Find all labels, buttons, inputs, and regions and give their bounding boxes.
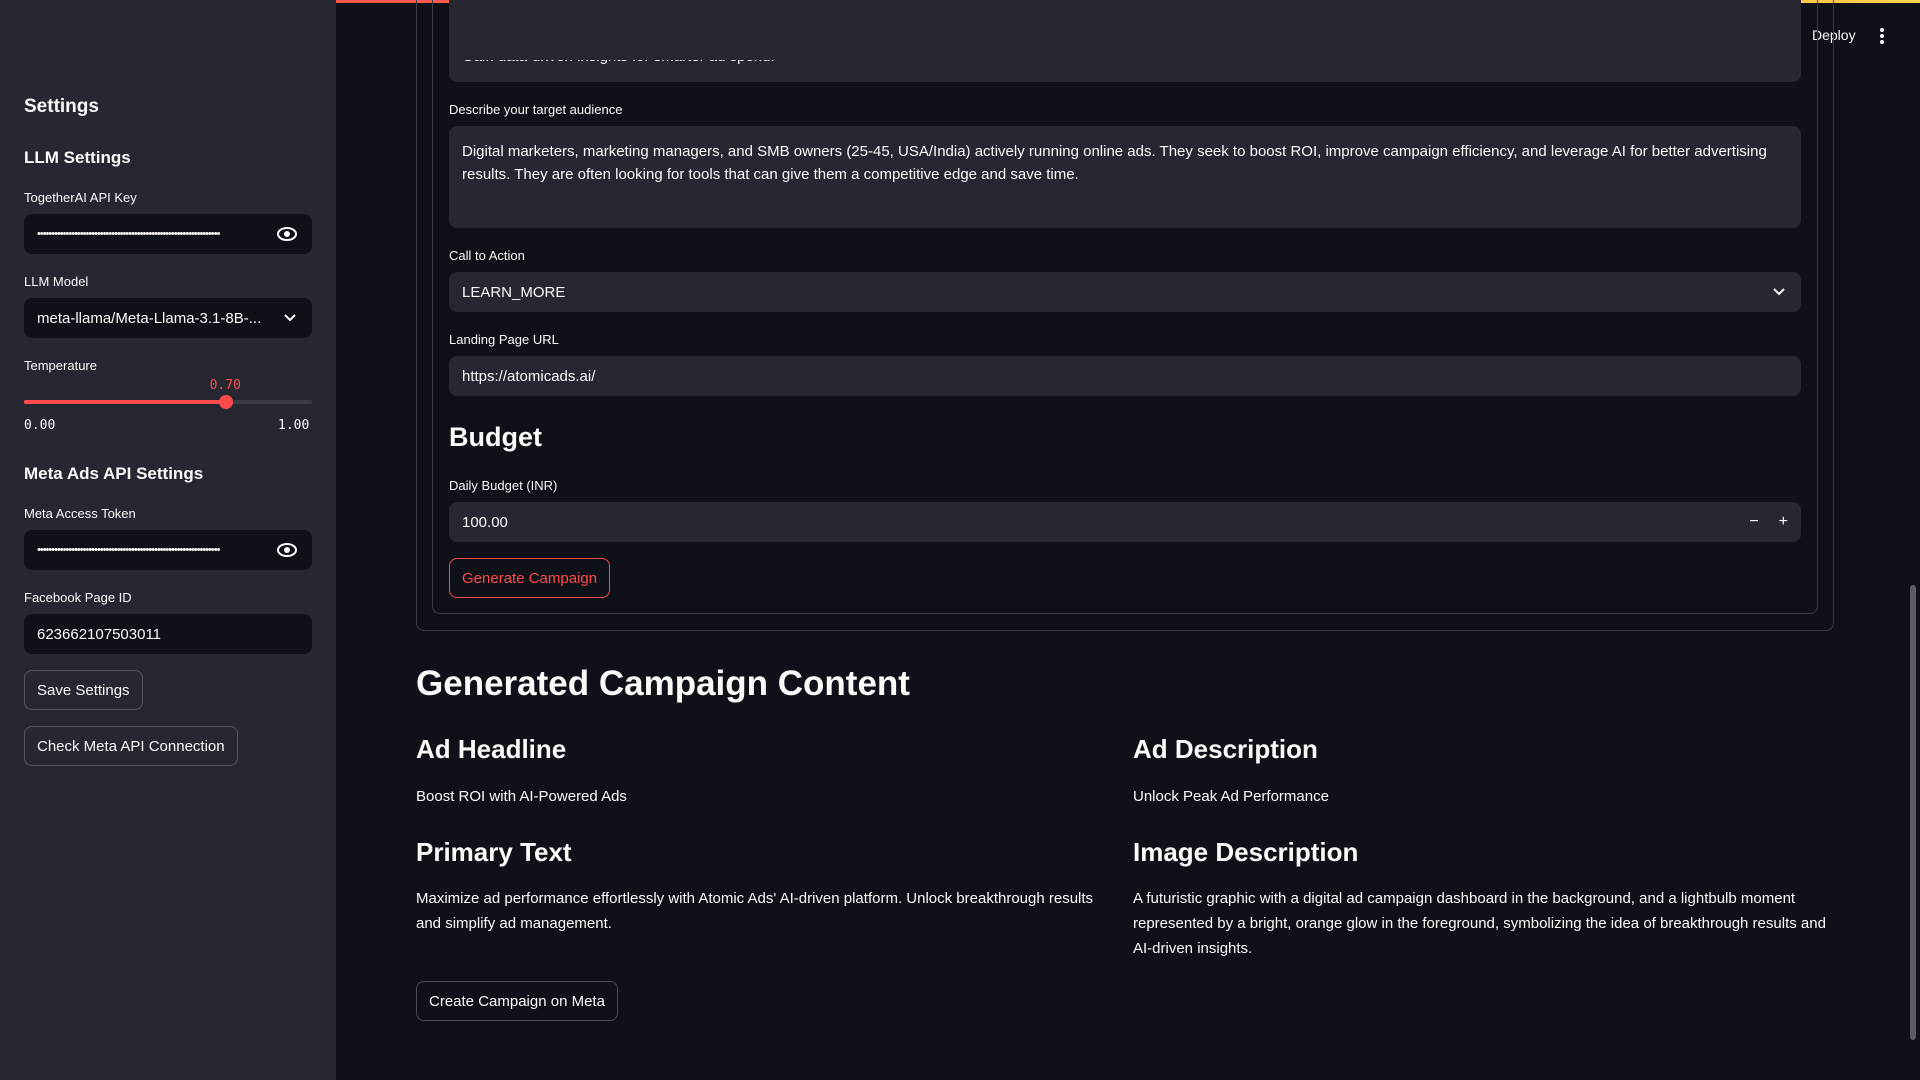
temperature-label: Temperature (24, 358, 97, 373)
page-id-value: 623662107503011 (37, 625, 162, 643)
slider-thumb[interactable] (218, 395, 233, 409)
access-token-label: Meta Access Token (24, 506, 136, 521)
temperature-min: 0.00 (24, 418, 56, 433)
decrement-button[interactable]: − (1749, 513, 1758, 531)
ad-description-title: Ad Description (1133, 734, 1318, 764)
audience-value: Digital marketers, marketing managers, a… (462, 143, 1767, 183)
check-api-button[interactable]: Check Meta API Connection (24, 726, 238, 766)
generate-campaign-button[interactable]: Generate Campaign (449, 558, 611, 598)
previous-textarea[interactable] (449, 0, 1801, 82)
llm-model-select[interactable]: meta-llama/Meta-Llama-3.1-8B-... (24, 298, 312, 338)
cta-label: Call to Action (449, 248, 525, 263)
temperature-max: 1.00 (278, 418, 310, 433)
daily-budget-input[interactable]: 100.00 − + (449, 502, 1801, 542)
scrollbar[interactable] (1910, 585, 1916, 1040)
api-key-field[interactable]: ••••••••••••••••••••••••••••••••••••••••… (24, 214, 312, 254)
create-campaign-button[interactable]: Create Campaign on Meta (416, 981, 618, 1021)
more-menu-icon[interactable] (1876, 26, 1888, 46)
chevron-down-icon (281, 309, 299, 327)
audience-textarea[interactable]: Digital marketers, marketing managers, a… (449, 126, 1801, 228)
daily-budget-label: Daily Budget (INR) (449, 478, 558, 493)
meta-settings-heading: Meta Ads API Settings (24, 464, 204, 483)
page-id-label: Facebook Page ID (24, 590, 132, 605)
image-description-value: A futuristic graphic with a digital ad c… (1133, 890, 1826, 957)
slider-fill (24, 400, 226, 404)
daily-budget-value: 100.00 (462, 513, 508, 531)
primary-text-value: Maximize ad performance effortlessly wit… (416, 890, 1094, 932)
increment-button[interactable]: + (1779, 513, 1788, 531)
sidebar-title: Settings (24, 96, 99, 117)
access-token-value: ••••••••••••••••••••••••••••••••••••••••… (37, 544, 220, 556)
results-heading: Generated Campaign Content (416, 664, 910, 703)
llm-settings-heading: LLM Settings (24, 148, 131, 167)
temperature-value: 0.70 (209, 378, 241, 393)
sidebar: Settings LLM Settings TogetherAI API Key… (0, 0, 336, 1080)
budget-heading: Budget (449, 422, 542, 452)
save-settings-button[interactable]: Save Settings (24, 670, 143, 710)
api-key-label: TogetherAI API Key (24, 190, 137, 205)
primary-text-title: Primary Text (416, 837, 572, 867)
page-id-field[interactable]: 623662107503011 (24, 614, 312, 654)
cta-select[interactable]: LEARN_MORE (449, 272, 1801, 312)
landing-url-input[interactable]: https://atomicads.ai/ (449, 356, 1801, 396)
access-token-field[interactable]: ••••••••••••••••••••••••••••••••••••••••… (24, 530, 312, 570)
ad-headline-title: Ad Headline (416, 734, 567, 764)
landing-url-label: Landing Page URL (449, 332, 559, 347)
ad-description-value: Unlock Peak Ad Performance (1133, 788, 1329, 805)
llm-model-value: meta-llama/Meta-Llama-3.1-8B-... (37, 309, 262, 327)
api-key-value: ••••••••••••••••••••••••••••••••••••••••… (37, 228, 220, 240)
image-description-title: Image Description (1133, 837, 1359, 867)
cta-value: LEARN_MORE (462, 283, 566, 301)
eye-icon[interactable] (275, 222, 299, 246)
llm-model-label: LLM Model (24, 274, 89, 289)
chevron-down-icon (1770, 283, 1788, 301)
landing-url-value: https://atomicads.ai/ (462, 367, 596, 385)
audience-label: Describe your target audience (449, 102, 623, 117)
eye-icon[interactable] (275, 538, 299, 562)
ad-headline-value: Boost ROI with AI-Powered Ads (416, 788, 627, 805)
temperature-slider[interactable] (24, 395, 312, 409)
